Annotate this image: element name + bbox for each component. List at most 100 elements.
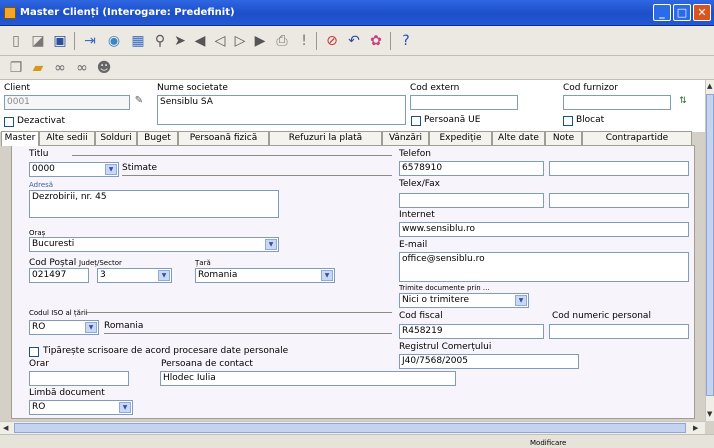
preview-icon[interactable]: ▦ xyxy=(128,31,148,51)
help-icon[interactable]: ? xyxy=(396,31,416,51)
alert-icon[interactable]: ! xyxy=(294,31,314,51)
internet-input[interactable]: www.sensiblu.ro xyxy=(399,222,689,237)
delete-icon[interactable]: ⊘ xyxy=(322,31,342,51)
title-bar: Master Clienți (Interogare: Predefinit) … xyxy=(0,0,714,26)
nav-next-icon[interactable]: ▷ xyxy=(230,31,250,51)
tab-solduri[interactable]: Solduri xyxy=(95,131,137,145)
tab-alte-sedii[interactable]: Alte sedii xyxy=(39,131,95,145)
tab-alte-date[interactable]: Alte date xyxy=(492,131,545,145)
external-code-input[interactable] xyxy=(410,95,518,110)
dezactivat-checkbox[interactable] xyxy=(4,117,14,127)
trimite-select[interactable]: Nici o trimitere ▼ xyxy=(399,293,529,308)
tab-persoana-fizica[interactable]: Persoană fizică xyxy=(178,131,269,145)
telex-label: Telex/Fax xyxy=(399,179,440,189)
blocat-label: Blocat xyxy=(576,115,605,125)
adresa-label: Adresă xyxy=(29,181,54,189)
adresa-input[interactable]: Dezrobirii, nr. 45 xyxy=(29,190,279,218)
divider xyxy=(87,312,392,313)
edit-doc-icon[interactable]: ◪ xyxy=(28,31,48,51)
find-icon[interactable]: ⚲ xyxy=(150,31,170,51)
print-icon[interactable]: ⎙ xyxy=(272,31,292,51)
scroll-up-icon[interactable]: ▲ xyxy=(707,82,712,90)
telex2-input[interactable] xyxy=(549,193,689,208)
scroll-thumb[interactable] xyxy=(14,423,686,433)
tab-note[interactable]: Note xyxy=(545,131,582,145)
dezactivat-label: Dezactivat xyxy=(17,116,66,126)
titlu-value: 0000 xyxy=(32,164,55,174)
scroll-down-icon[interactable]: ▼ xyxy=(707,410,712,418)
user-icon[interactable]: ☻ xyxy=(94,58,114,78)
blocat-checkbox[interactable] xyxy=(563,116,573,126)
nav-first-icon[interactable]: ◀ xyxy=(190,31,210,51)
flag-icon[interactable]: ➤ xyxy=(170,31,190,51)
scroll-right-icon[interactable]: ▶ xyxy=(693,424,698,432)
scroll-left-icon[interactable]: ◀ xyxy=(3,424,8,432)
tab-buget[interactable]: Buget xyxy=(137,131,178,145)
oras-select[interactable]: Bucuresti ▼ xyxy=(29,237,279,252)
tab-vanzari[interactable]: Vânzări xyxy=(382,131,429,145)
save-icon[interactable]: ▣ xyxy=(50,31,70,51)
judet-select[interactable]: 3 ▼ xyxy=(97,268,172,283)
company-name-input[interactable]: Sensiblu SA xyxy=(157,95,406,125)
cnp-label: Cod numeric personal xyxy=(552,311,651,321)
tab-contrapartide[interactable]: Contrapartide xyxy=(582,131,692,145)
tab-expeditie[interactable]: Expediție xyxy=(429,131,492,145)
lookup-icon[interactable]: ✎ xyxy=(132,93,146,109)
import-icon[interactable]: ⇥ xyxy=(80,31,100,51)
secondary-toolbar: ❐ ▰ ∞ ∞ ☻ xyxy=(0,56,714,80)
tara-select[interactable]: Romania ▼ xyxy=(195,268,335,283)
titlu-text: Stimate xyxy=(122,163,158,173)
societate-label: Nume societate xyxy=(157,83,228,93)
cod-fiscal-input[interactable]: R458219 xyxy=(399,324,544,339)
toolbar-separator xyxy=(390,32,391,50)
tab-strip: Master Alte sedii Solduri Buget Persoană… xyxy=(0,131,705,146)
iso-select[interactable]: RO ▼ xyxy=(29,320,99,335)
minimize-button[interactable]: _ xyxy=(653,4,671,21)
contact-input[interactable]: Hlodec Iulia xyxy=(160,371,456,386)
limba-select[interactable]: RO ▼ xyxy=(29,400,133,415)
new-doc-icon[interactable]: ▯ xyxy=(6,31,26,51)
nav-prev-icon[interactable]: ◁ xyxy=(210,31,230,51)
toolbar-separator xyxy=(316,32,317,50)
tab-refuzuri[interactable]: Refuzuri la plată xyxy=(269,131,382,145)
vertical-scrollbar[interactable]: ▲ ▼ xyxy=(705,80,714,421)
binoculars-all-icon[interactable]: ∞ xyxy=(72,58,92,78)
tipareste-checkbox[interactable] xyxy=(29,347,39,357)
registru-input[interactable]: J40/7568/2005 xyxy=(399,354,579,369)
telefon2-input[interactable] xyxy=(549,161,689,176)
undo-icon[interactable]: ↶ xyxy=(344,31,364,51)
master-panel: Titlu 0000 ▼ Stimate Adresă Dezrobirii, n… xyxy=(11,145,695,419)
scroll-thumb[interactable] xyxy=(706,94,714,396)
client-code-input[interactable]: 0001 xyxy=(4,95,130,110)
globe-icon[interactable]: ◉ xyxy=(104,31,124,51)
copy-icon[interactable]: ❐ xyxy=(6,58,26,78)
status-mode: Modificare xyxy=(530,439,567,447)
tab-master[interactable]: Master xyxy=(1,131,39,146)
cod-postal-input[interactable]: 021497 xyxy=(29,268,89,283)
email-input[interactable]: office@sensiblu.ro xyxy=(399,252,689,282)
divider xyxy=(122,175,392,176)
iso-text: Romania xyxy=(104,321,144,331)
orar-input[interactable] xyxy=(29,371,129,386)
persoana-ue-label: Persoană UE xyxy=(424,115,481,125)
filter-icon[interactable]: ✿ xyxy=(366,31,386,51)
telex-input[interactable] xyxy=(399,193,544,208)
cnp-input[interactable] xyxy=(549,324,689,339)
titlu-select[interactable]: 0000 ▼ xyxy=(29,162,119,177)
nav-last-icon[interactable]: ▶ xyxy=(250,31,270,51)
persoana-ue-checkbox[interactable] xyxy=(411,116,421,126)
chevron-down-icon: ▼ xyxy=(515,295,527,306)
divider xyxy=(104,333,392,334)
supplier-code-input[interactable] xyxy=(563,95,671,110)
supplier-lookup-icon[interactable]: ⇅ xyxy=(676,93,690,109)
horizontal-scrollbar[interactable]: ◀ ▶ xyxy=(0,421,705,434)
main-toolbar: ▯ ◪ ▣ ⇥ ◉ ▦ ⚲ ➤ ◀ ◁ ▷ ▶ ⎙ ! ⊘ ↶ ✿ ? xyxy=(0,26,714,56)
telefon-label: Telefon xyxy=(399,149,431,159)
internet-label: Internet xyxy=(399,210,435,220)
email-label: E-mail xyxy=(399,240,428,250)
close-button[interactable]: ✕ xyxy=(693,4,711,21)
telefon-input[interactable]: 6578910 xyxy=(399,161,544,176)
open-folder-icon[interactable]: ▰ xyxy=(28,58,48,78)
maximize-button[interactable]: □ xyxy=(673,4,691,21)
binoculars-icon[interactable]: ∞ xyxy=(50,58,70,78)
